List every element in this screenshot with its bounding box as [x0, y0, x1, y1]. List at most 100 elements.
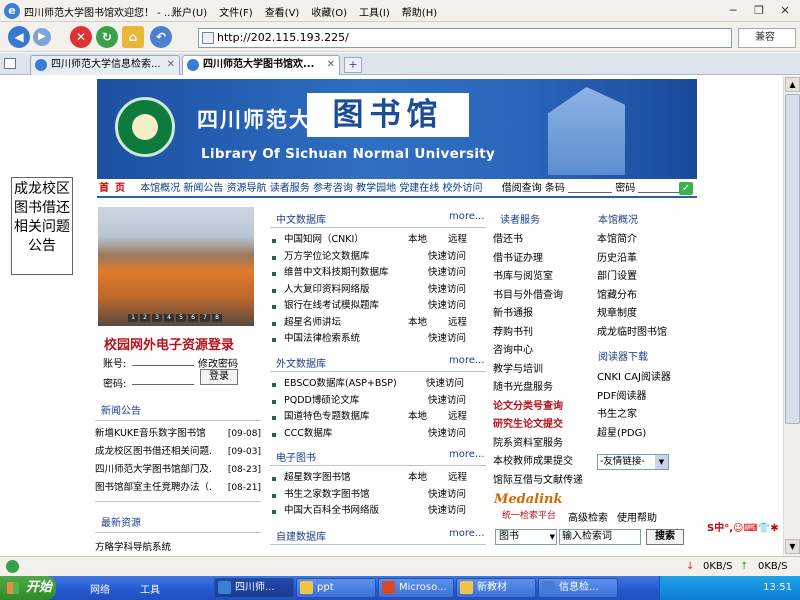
menu-file[interactable]: 文件(F): [219, 4, 253, 19]
task-info[interactable]: 信息检...: [538, 578, 618, 598]
news-item[interactable]: 新增KUKE音乐数字图书馆 [09-08]: [95, 425, 261, 443]
readers-title[interactable]: 阅读器下载: [598, 348, 648, 363]
db-row[interactable]: 超星数字图书馆 本地 远程: [272, 470, 486, 487]
password-input[interactable]: [132, 373, 194, 385]
tab-close-icon[interactable]: ✕: [167, 56, 175, 74]
friend-links-select[interactable]: -友情链接- ▼: [597, 454, 669, 470]
scroll-thumb[interactable]: [785, 94, 800, 424]
refresh-icon[interactable]: ↻: [96, 26, 118, 48]
start-button[interactable]: 开始: [0, 576, 56, 600]
task-ppt[interactable]: ppt: [296, 578, 376, 598]
service-link[interactable]: 咨询中心: [493, 342, 593, 361]
service-link[interactable]: 借书证办理: [493, 250, 593, 269]
foreign-db-more[interactable]: more...: [449, 355, 484, 366]
about-link[interactable]: 部门设置: [597, 268, 697, 287]
reader-link[interactable]: 超星(PDG): [597, 425, 697, 444]
scroll-up-icon[interactable]: ▲: [785, 77, 800, 92]
search-input[interactable]: 输入检索词: [559, 529, 641, 545]
slide-3[interactable]: 3: [152, 314, 162, 322]
db-row[interactable]: 人大复印资料网络版 快速访问: [272, 282, 486, 299]
home-icon[interactable]: ⌂: [122, 26, 144, 48]
about-link[interactable]: 历史沿革: [597, 250, 697, 269]
menu-view[interactable]: 查看(V): [265, 4, 300, 19]
menu-tools[interactable]: 工具(I): [359, 4, 390, 19]
stop-icon[interactable]: ✕: [70, 26, 92, 48]
reader-link[interactable]: PDF阅读器: [597, 388, 697, 407]
menu-help[interactable]: 帮助(H): [402, 4, 437, 19]
news-item[interactable]: 成龙校区图书借还相关问题. [09-03]: [95, 443, 261, 461]
slide-5[interactable]: 5: [176, 314, 186, 322]
db-row[interactable]: CCC数据库 快速访问: [272, 426, 486, 443]
slide-7[interactable]: 7: [200, 314, 210, 322]
change-password-link[interactable]: 修改密码: [198, 355, 238, 370]
reader-link[interactable]: 书生之家: [597, 406, 697, 425]
service-link[interactable]: 借还书: [493, 231, 593, 250]
tab-close-icon[interactable]: ✕: [327, 56, 335, 74]
db-row[interactable]: 国道特色专题数据库 本地 远程: [272, 409, 486, 426]
search-button[interactable]: 搜索: [646, 529, 684, 545]
db-row[interactable]: 维普中文科技期刊数据库 快速访问: [272, 265, 486, 282]
service-link[interactable]: 馆际互借与文献传递: [493, 472, 593, 491]
service-link-highlight[interactable]: 论文分类号查询: [493, 398, 593, 417]
nav-home[interactable]: 首页: [99, 183, 131, 194]
floating-notice[interactable]: 成龙校区图书借还相关问题公告: [11, 177, 73, 275]
news-photo[interactable]: 1 2 3 4 5 6 7 8: [98, 207, 254, 326]
history-icon[interactable]: ↶: [150, 26, 172, 48]
back-icon[interactable]: ◀: [8, 26, 30, 48]
tab-library[interactable]: 四川师范大学图书馆欢... ✕: [182, 55, 340, 75]
compat-mode-button[interactable]: 兼容: [738, 28, 796, 48]
barcode-input[interactable]: [568, 183, 613, 193]
foreign-db-title[interactable]: 外文数据库: [276, 355, 326, 370]
slide-4[interactable]: 4: [164, 314, 174, 322]
query-go-icon[interactable]: ✓: [679, 182, 693, 195]
chinese-db-more[interactable]: more...: [449, 211, 484, 222]
db-row[interactable]: EBSCO数据库(ASP+BSP) 快速访问: [272, 376, 486, 393]
db-row[interactable]: 银行在线考试模拟题库 快速访问: [272, 298, 486, 315]
forward-icon[interactable]: ▶: [33, 28, 51, 46]
service-link[interactable]: 书库与阅览室: [493, 268, 593, 287]
db-row[interactable]: 超星名师讲坛 本地 远程: [272, 315, 486, 332]
quick-network[interactable]: 网络: [90, 581, 110, 596]
menu-account[interactable]: 账户(U): [172, 4, 207, 19]
service-link[interactable]: 新书通报: [493, 305, 593, 324]
account-input[interactable]: [132, 354, 194, 366]
latest-resource-item[interactable]: 方略学科导航系统: [95, 539, 171, 553]
nav-offcampus[interactable]: 校外访问: [443, 183, 483, 194]
db-row[interactable]: 万方学位论文数据库 快速访问: [272, 249, 486, 266]
new-tab-icon[interactable]: +: [344, 57, 362, 73]
about-link[interactable]: 规章制度: [597, 305, 697, 324]
about-link[interactable]: 本馆简介: [597, 231, 697, 250]
service-link[interactable]: 荐购书刊: [493, 324, 593, 343]
db-row[interactable]: PQDD博硕论文库 快速访问: [272, 393, 486, 410]
slide-8[interactable]: 8: [212, 314, 222, 322]
scroll-down-icon[interactable]: ▼: [785, 539, 800, 554]
news-title[interactable]: 新闻公告: [101, 402, 141, 417]
db-row[interactable]: 中国大百科全书网络版 快速访问: [272, 503, 486, 520]
task-ie[interactable]: 四川师...: [214, 578, 294, 598]
search-type-select[interactable]: 图书 ▼: [495, 529, 557, 545]
news-item[interactable]: 四川师范大学图书馆部门及. [08-23]: [95, 461, 261, 479]
nav-resources[interactable]: 资源导航: [227, 183, 267, 194]
nav-party[interactable]: 党建在线: [399, 183, 439, 194]
self-db-title[interactable]: 自建数据库: [276, 528, 326, 543]
task-textbook[interactable]: 新教材: [456, 578, 536, 598]
service-link[interactable]: 随书光盘服务: [493, 379, 593, 398]
vertical-scrollbar[interactable]: ▲ ▼: [783, 76, 800, 556]
tab-list-icon[interactable]: [4, 58, 16, 69]
minimize-icon[interactable]: ─: [722, 3, 744, 19]
advanced-search-link[interactable]: 高级检索: [568, 509, 608, 524]
news-item[interactable]: 图书馆部室主任竞聘办法（. [08-21]: [95, 479, 261, 497]
nav-overview[interactable]: 本馆概况: [140, 183, 180, 194]
ebooks-title[interactable]: 电子图书: [276, 449, 316, 464]
slide-2[interactable]: 2: [140, 314, 150, 322]
task-office[interactable]: Microso...: [378, 578, 454, 598]
latest-resources-title[interactable]: 最新资源: [101, 514, 141, 529]
slide-6[interactable]: 6: [188, 314, 198, 322]
reader-link[interactable]: CNKI CAJ阅读器: [597, 369, 697, 388]
ime-toolbar[interactable]: S中°,☺⌨👕✱: [707, 519, 779, 534]
service-link[interactable]: 院系资料室服务: [493, 435, 593, 454]
service-link[interactable]: 书目与外借查询: [493, 287, 593, 306]
nav-reference[interactable]: 参考咨询: [313, 183, 353, 194]
nav-password-input[interactable]: [638, 183, 683, 193]
about-title[interactable]: 本馆概况: [598, 211, 638, 226]
